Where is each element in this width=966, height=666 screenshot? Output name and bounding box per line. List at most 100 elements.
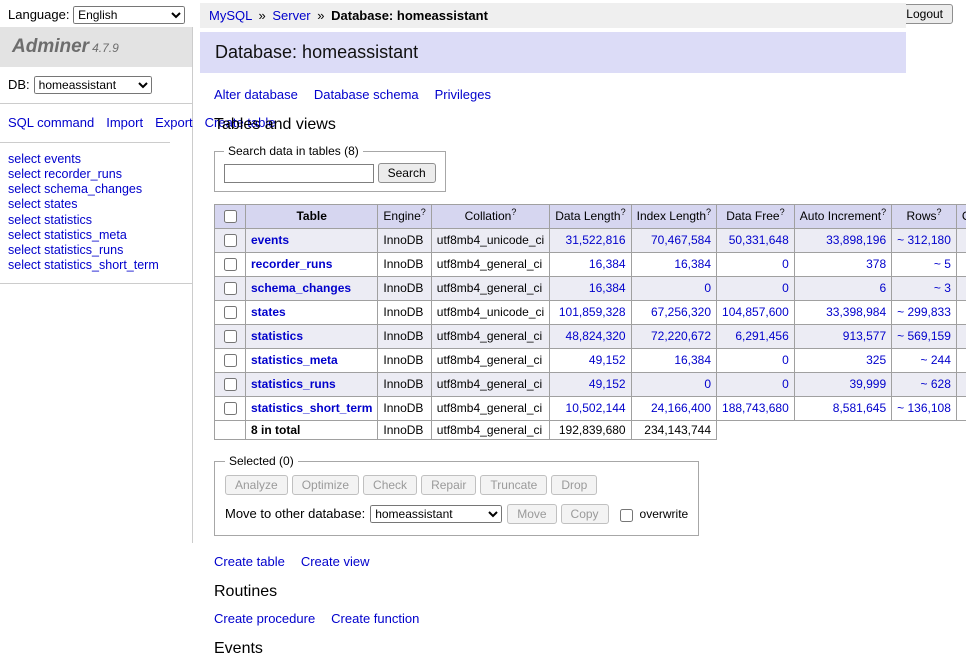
data-length-cell[interactable]: 49,152 xyxy=(550,373,631,397)
sidebar-action-link[interactable]: Import xyxy=(106,115,143,130)
create-link[interactable]: Create table xyxy=(214,554,285,569)
index-length-cell[interactable]: 67,256,320 xyxy=(631,301,716,325)
db-action-link[interactable]: Privileges xyxy=(435,87,491,102)
table-name-link[interactable]: statistics_runs xyxy=(251,377,336,391)
table-name-link[interactable]: statistics_short_term xyxy=(251,401,372,415)
table-name-link[interactable]: recorder_runs xyxy=(251,257,332,271)
row-checkbox[interactable] xyxy=(224,282,237,295)
sidebar-table-link[interactable]: select events xyxy=(8,152,184,167)
auto-increment-cell[interactable]: 8,581,645 xyxy=(794,397,891,421)
rows-count-cell[interactable]: ~ 136,108 xyxy=(892,397,957,421)
rows-count-cell[interactable]: ~ 299,833 xyxy=(892,301,957,325)
create-link[interactable]: Create view xyxy=(301,554,370,569)
rows-count-cell[interactable]: ~ 628 xyxy=(892,373,957,397)
overwrite-checkbox[interactable] xyxy=(620,509,633,522)
sidebar-table-link[interactable]: select statistics_runs xyxy=(8,243,184,258)
move-button[interactable]: Move xyxy=(507,504,556,524)
db-select[interactable]: homeassistant xyxy=(34,76,152,94)
sidebar-table-link[interactable]: select recorder_runs xyxy=(8,167,184,182)
data-length-cell[interactable]: 10,502,144 xyxy=(550,397,631,421)
row-checkbox[interactable] xyxy=(224,378,237,391)
table-operation-button[interactable]: Analyze xyxy=(225,475,288,495)
row-checkbox[interactable] xyxy=(224,234,237,247)
row-checkbox[interactable] xyxy=(224,330,237,343)
db-action-link[interactable]: Alter database xyxy=(214,87,298,102)
data-free-cell[interactable]: 104,857,600 xyxy=(717,301,795,325)
select-all-checkbox[interactable] xyxy=(224,210,237,223)
auto-increment-cell[interactable]: 913,577 xyxy=(794,325,891,349)
column-header-engine[interactable]: Engine? xyxy=(378,205,431,229)
table-name-link[interactable]: statistics_meta xyxy=(251,353,338,367)
routine-link[interactable]: Create function xyxy=(331,611,419,626)
rows-count-cell[interactable]: ~ 569,159 xyxy=(892,325,957,349)
sidebar-table-link[interactable]: select states xyxy=(8,197,184,212)
index-length-cell[interactable]: 16,384 xyxy=(631,349,716,373)
data-length-cell[interactable]: 49,152 xyxy=(550,349,631,373)
index-length-cell[interactable]: 0 xyxy=(631,277,716,301)
rows-count-cell[interactable]: ~ 5 xyxy=(892,253,957,277)
table-operation-button[interactable]: Optimize xyxy=(292,475,359,495)
data-length-cell[interactable]: 31,522,816 xyxy=(550,229,631,253)
sidebar-table-link[interactable]: select statistics_meta xyxy=(8,228,184,243)
index-length-cell[interactable]: 16,384 xyxy=(631,253,716,277)
breadcrumb-server-link[interactable]: Server xyxy=(272,8,310,23)
column-header-rows[interactable]: Rows? xyxy=(892,205,957,229)
data-length-cell[interactable]: 101,859,328 xyxy=(550,301,631,325)
data-free-cell[interactable]: 188,743,680 xyxy=(717,397,795,421)
language-select[interactable]: English xyxy=(73,6,185,24)
column-header-data-free[interactable]: Data Free? xyxy=(717,205,795,229)
data-free-cell[interactable]: 0 xyxy=(717,373,795,397)
data-free-cell[interactable]: 50,331,648 xyxy=(717,229,795,253)
table-name-link[interactable]: events xyxy=(251,233,289,247)
table-name-link[interactable]: schema_changes xyxy=(251,281,351,295)
breadcrumb-mysql-link[interactable]: MySQL xyxy=(209,8,252,23)
sidebar-table-link[interactable]: select schema_changes xyxy=(8,182,184,197)
index-length-cell[interactable]: 70,467,584 xyxy=(631,229,716,253)
column-header-comment[interactable]: Comment? xyxy=(956,205,966,229)
search-input[interactable] xyxy=(224,164,374,183)
row-checkbox[interactable] xyxy=(224,354,237,367)
row-checkbox[interactable] xyxy=(224,306,237,319)
auto-increment-cell[interactable]: 6 xyxy=(794,277,891,301)
data-length-cell[interactable]: 16,384 xyxy=(550,277,631,301)
data-length-cell[interactable]: 48,824,320 xyxy=(550,325,631,349)
index-length-cell[interactable]: 72,220,672 xyxy=(631,325,716,349)
rows-count-cell[interactable]: ~ 312,180 xyxy=(892,229,957,253)
routine-link[interactable]: Create procedure xyxy=(214,611,315,626)
data-free-cell[interactable]: 0 xyxy=(717,277,795,301)
index-length-cell[interactable]: 0 xyxy=(631,373,716,397)
sidebar-action-link[interactable]: SQL command xyxy=(8,115,94,130)
column-header-data-length[interactable]: Data Length? xyxy=(550,205,631,229)
search-button[interactable]: Search xyxy=(378,163,436,183)
auto-increment-cell[interactable]: 325 xyxy=(794,349,891,373)
auto-increment-cell[interactable]: 378 xyxy=(794,253,891,277)
data-length-cell[interactable]: 16,384 xyxy=(550,253,631,277)
auto-increment-cell[interactable]: 39,999 xyxy=(794,373,891,397)
column-header-index-length[interactable]: Index Length? xyxy=(631,205,716,229)
data-free-cell[interactable]: 0 xyxy=(717,253,795,277)
index-length-cell[interactable]: 24,166,400 xyxy=(631,397,716,421)
table-name-link[interactable]: states xyxy=(251,305,286,319)
row-checkbox[interactable] xyxy=(224,258,237,271)
sidebar-table-link[interactable]: select statistics xyxy=(8,213,184,228)
sidebar-action-link[interactable]: Export xyxy=(155,115,193,130)
table-operation-button[interactable]: Repair xyxy=(421,475,476,495)
rows-count-cell[interactable]: ~ 244 xyxy=(892,349,957,373)
data-free-cell[interactable]: 0 xyxy=(717,349,795,373)
copy-button[interactable]: Copy xyxy=(561,504,609,524)
auto-increment-cell[interactable]: 33,398,984 xyxy=(794,301,891,325)
data-free-cell[interactable]: 6,291,456 xyxy=(717,325,795,349)
rows-count-cell[interactable]: ~ 3 xyxy=(892,277,957,301)
column-header-auto-increment[interactable]: Auto Increment? xyxy=(794,205,891,229)
column-header-collation[interactable]: Collation? xyxy=(431,205,549,229)
sidebar-table-link[interactable]: select statistics_short_term xyxy=(8,258,184,273)
row-checkbox[interactable] xyxy=(224,402,237,415)
auto-increment-cell[interactable]: 33,898,196 xyxy=(794,229,891,253)
table-operation-button[interactable]: Check xyxy=(363,475,417,495)
column-header-table[interactable]: Table xyxy=(246,205,378,229)
table-name-link[interactable]: statistics xyxy=(251,329,303,343)
table-operation-button[interactable]: Truncate xyxy=(480,475,547,495)
move-db-select[interactable]: homeassistant xyxy=(370,505,502,523)
db-action-link[interactable]: Database schema xyxy=(314,87,419,102)
table-operation-button[interactable]: Drop xyxy=(551,475,597,495)
